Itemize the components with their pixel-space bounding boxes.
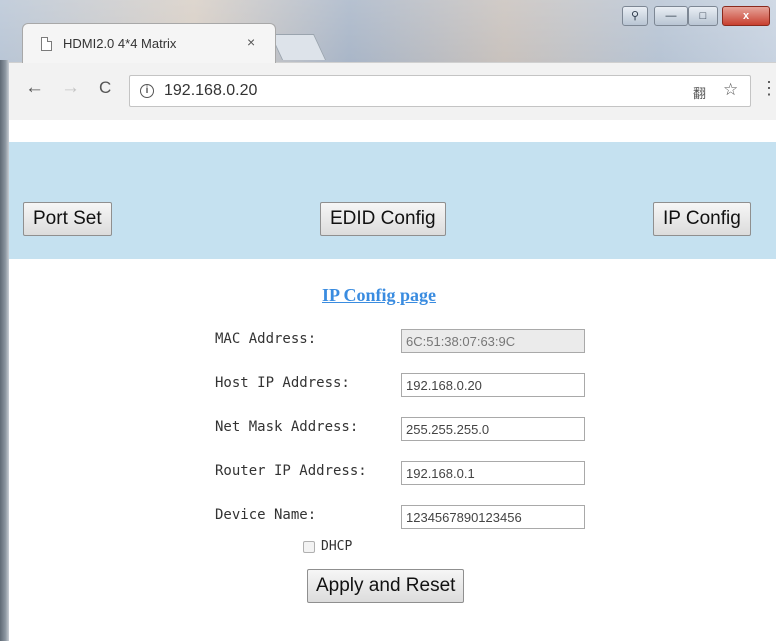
forward-icon[interactable]: → bbox=[61, 77, 80, 99]
edid-config-button[interactable]: EDID Config bbox=[320, 202, 446, 236]
net-mask-field[interactable] bbox=[401, 417, 585, 441]
translate-icon[interactable]: 翻 bbox=[693, 83, 706, 102]
ip-config-panel: IP Config page MAC Address: Host IP Addr… bbox=[17, 259, 776, 641]
dhcp-label[interactable]: DHCP bbox=[321, 539, 352, 554]
net-mask-label: Net Mask Address: bbox=[215, 419, 359, 435]
page-title[interactable]: IP Config page bbox=[322, 285, 436, 306]
maximize-button[interactable]: □ bbox=[688, 6, 718, 26]
apply-and-reset-button[interactable]: Apply and Reset bbox=[307, 569, 465, 603]
dhcp-checkbox[interactable] bbox=[303, 541, 315, 553]
back-icon[interactable]: ← bbox=[25, 77, 44, 99]
ip-config-button[interactable]: IP Config bbox=[653, 202, 751, 236]
port-set-button[interactable]: Port Set bbox=[23, 202, 112, 236]
tab-title: HDMI2.0 4*4 Matrix bbox=[63, 36, 177, 51]
page-navbar: Port Set EDID Config IP Config bbox=[9, 142, 776, 259]
close-window-button[interactable]: x bbox=[722, 6, 770, 26]
bookmark-star-icon[interactable]: ☆ bbox=[723, 80, 738, 100]
close-tab-icon[interactable]: × bbox=[247, 34, 255, 50]
browser-tab[interactable]: HDMI2.0 4*4 Matrix × bbox=[22, 23, 276, 63]
router-ip-field[interactable] bbox=[401, 461, 585, 485]
device-name-label: Device Name: bbox=[215, 507, 317, 523]
menu-icon[interactable]: ⋮ bbox=[760, 79, 776, 97]
web-page: Port Set EDID Config IP Config IP Config… bbox=[9, 120, 776, 641]
window-edge bbox=[0, 60, 9, 641]
host-ip-field[interactable] bbox=[401, 373, 585, 397]
mac-address-label: MAC Address: bbox=[215, 331, 317, 347]
user-icon[interactable]: ⚲ bbox=[622, 6, 648, 26]
mac-address-field bbox=[401, 329, 585, 353]
browser-toolbar: ← → C i 192.168.0.20 翻 ☆ ⋮ bbox=[9, 62, 776, 120]
address-bar[interactable]: i 192.168.0.20 翻 ☆ bbox=[129, 75, 751, 107]
minimize-button[interactable]: — bbox=[654, 6, 688, 26]
reload-icon[interactable]: C bbox=[99, 78, 111, 98]
page-icon bbox=[41, 37, 52, 51]
router-ip-label: Router IP Address: bbox=[215, 463, 367, 479]
info-icon[interactable]: i bbox=[140, 84, 154, 98]
url-text[interactable]: 192.168.0.20 bbox=[164, 82, 257, 100]
device-name-field[interactable] bbox=[401, 505, 585, 529]
host-ip-label: Host IP Address: bbox=[215, 375, 350, 391]
